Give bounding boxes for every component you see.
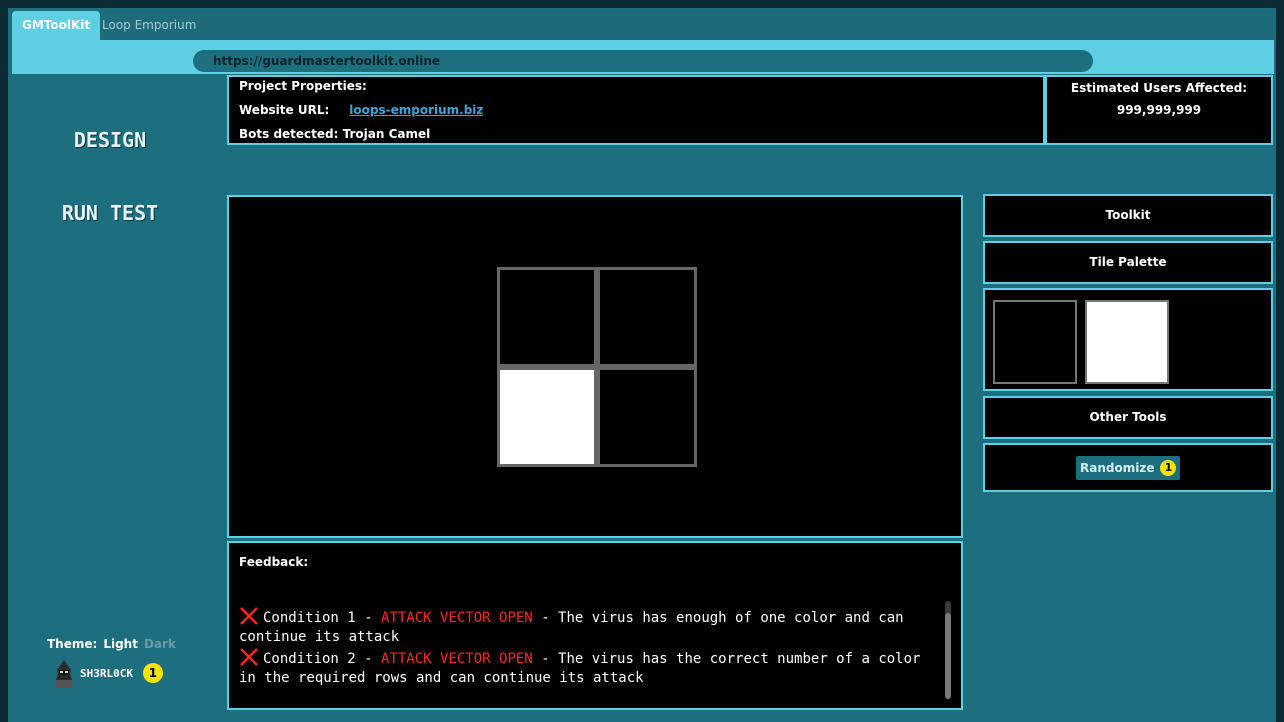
randomize-button[interactable]: Randomize 1 [1076, 456, 1181, 480]
randomize-panel: Randomize 1 [983, 443, 1273, 492]
design-button[interactable]: DESIGN [12, 128, 208, 152]
tab-bar: GMToolKit Loop Emporium [12, 10, 1274, 40]
feedback-scroll-thumb[interactable] [945, 613, 951, 699]
tile-grid [497, 267, 697, 467]
username: SH3RL0CK [80, 666, 133, 680]
fail-x-icon [239, 606, 259, 625]
theme-label: Theme: [47, 637, 98, 651]
other-tools-header: Other Tools [983, 396, 1273, 439]
estimated-users-label: Estimated Users Affected: [1070, 81, 1248, 95]
toolkit-header: Toolkit [983, 194, 1273, 237]
notification-badge[interactable]: 1 [142, 663, 163, 683]
palette-swatch[interactable] [1085, 300, 1169, 384]
user-profile[interactable]: SH3RL0CK 1 [52, 658, 163, 688]
grid-tile[interactable] [497, 267, 597, 367]
grid-tile[interactable] [597, 267, 697, 367]
grid-tile[interactable] [497, 367, 597, 467]
feedback-log[interactable]: Condition 1 - ATTACK VECTOR OPEN - The v… [239, 587, 939, 702]
estimated-users-panel: Estimated Users Affected: 999,999,999 [1045, 75, 1273, 145]
run-test-button[interactable]: RUN TEST [12, 201, 208, 225]
tile-palette [983, 288, 1273, 391]
fail-x-icon [239, 647, 259, 666]
project-properties-panel: Project Properties: Website URL: loops-em… [227, 75, 1045, 145]
condition-alert: ATTACK VECTOR OPEN [381, 650, 533, 667]
bots-value: Trojan Camel [342, 127, 431, 141]
feedback-item: Condition 2 - ATTACK VECTOR OPEN - The v… [239, 647, 939, 689]
website-url-label: Website URL: [239, 103, 330, 117]
tile-palette-header: Tile Palette [983, 241, 1273, 284]
condition-name: Condition 2 - [263, 650, 373, 667]
estimated-users-value: 999,999,999 [1116, 103, 1202, 117]
bots-label: Bots detected: [239, 127, 339, 141]
theme-switcher: Theme: Light Dark [47, 637, 176, 651]
website-url-row: Website URL: loops-emporium.biz [239, 103, 483, 117]
website-url-link[interactable]: loops-emporium.biz [349, 103, 483, 117]
tab-loop-emporium[interactable]: Loop Emporium [92, 11, 206, 40]
design-canvas [227, 195, 963, 538]
address-bar: https://guardmastertoolkit.online [12, 40, 1274, 74]
url-field[interactable]: https://guardmastertoolkit.online [193, 50, 1093, 72]
palette-swatch[interactable] [993, 300, 1077, 384]
grid-tile[interactable] [597, 367, 697, 467]
feedback-item: Condition 1 - ATTACK VECTOR OPEN - The v… [239, 606, 939, 648]
hacker-avatar-icon [52, 658, 76, 688]
feedback-heading: Feedback: [239, 555, 309, 569]
randomize-badge: 1 [1160, 460, 1177, 476]
bots-row: Bots detected: Trojan Camel [239, 127, 430, 141]
theme-dark-option[interactable]: Dark [144, 637, 176, 651]
tools-header [983, 150, 1273, 196]
condition-alert: ATTACK VECTOR OPEN [381, 609, 533, 626]
randomize-label: Randomize [1080, 461, 1155, 475]
canvas-header [227, 150, 963, 196]
condition-name: Condition 1 - [263, 609, 373, 626]
feedback-panel: Feedback: Condition 1 - ATTACK VECTOR OP… [227, 541, 963, 710]
sidebar: DESIGN RUN TEST Theme: Light Dark SH3RL0CK… [12, 74, 208, 710]
project-heading: Project Properties: [239, 79, 367, 93]
theme-light-option[interactable]: Light [103, 637, 138, 651]
tab-gmtoolkit[interactable]: GMToolKit [12, 11, 101, 40]
